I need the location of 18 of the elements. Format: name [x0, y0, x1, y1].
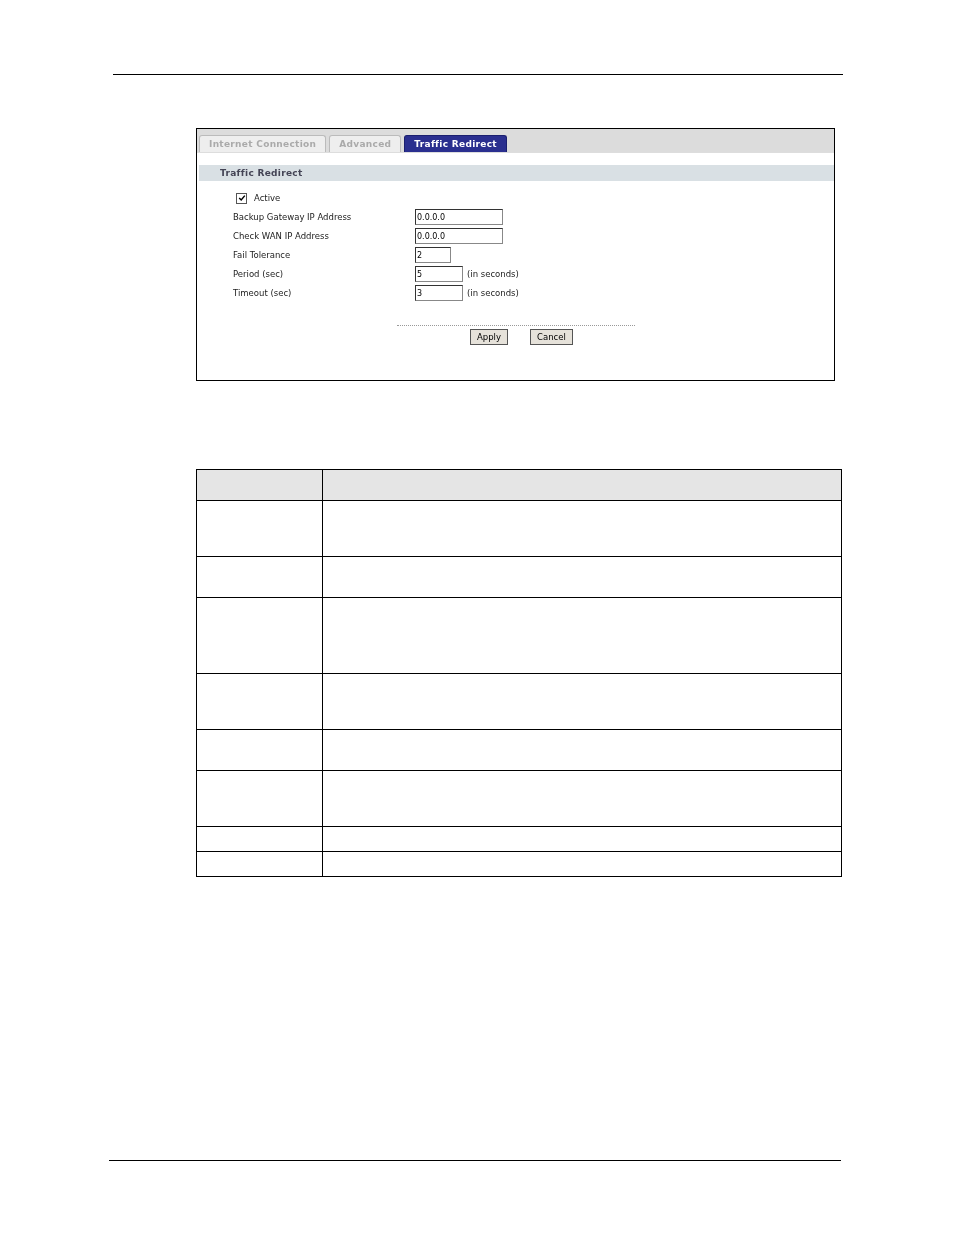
- section-title: Traffic Redirect: [220, 168, 303, 178]
- cancel-button[interactable]: Cancel: [530, 329, 573, 345]
- input-field[interactable]: 0.0.0.0: [415, 209, 503, 225]
- input-field[interactable]: 5: [415, 266, 463, 282]
- input-field[interactable]: 0.0.0.0: [415, 228, 503, 244]
- input-field[interactable]: 3: [415, 285, 463, 301]
- field-label: Period (sec): [233, 269, 285, 279]
- tab[interactable]: Traffic Redirect: [404, 135, 507, 152]
- checkbox-label: Active: [254, 193, 281, 203]
- field-label: Backup Gateway IP Address: [233, 212, 353, 222]
- field-label: Check WAN IP Address: [233, 231, 330, 241]
- unit-label: (in seconds): [467, 288, 519, 298]
- input-field[interactable]: 2: [415, 247, 451, 263]
- unit-label: (in seconds): [467, 269, 519, 279]
- checkbox[interactable]: [236, 192, 247, 204]
- apply-button[interactable]: Apply: [470, 329, 508, 345]
- field-label: Fail Tolerance: [233, 250, 292, 260]
- field-label: Timeout (sec): [233, 288, 293, 298]
